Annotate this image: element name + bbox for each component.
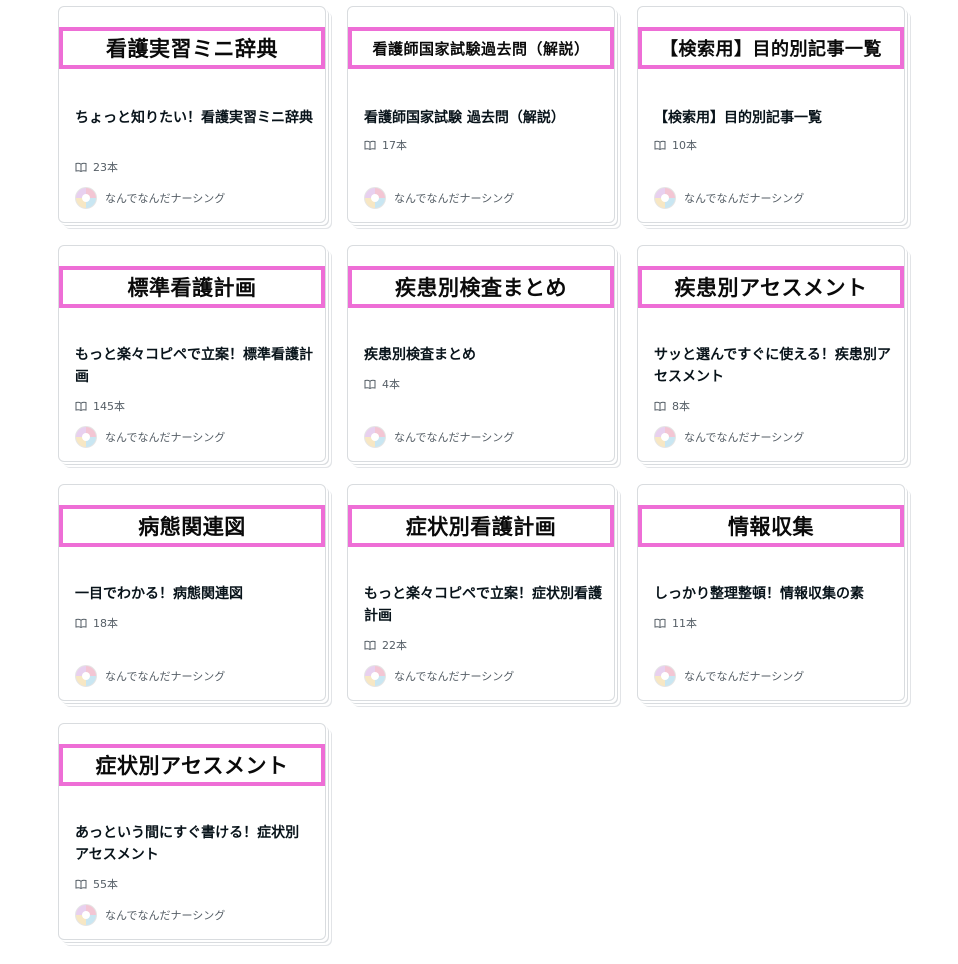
author[interactable]: なんでなんだナーシング [654, 665, 804, 687]
book-icon [75, 401, 87, 411]
magazine-card[interactable]: 症状別アセスメント あっという間にすぐ書ける！症状別アセスメント 55本 なんで… [58, 723, 326, 940]
card-title[interactable]: サッと選んですぐに使える！疾患別アセスメント [654, 344, 892, 388]
avatar [364, 187, 386, 209]
article-count-text: 23本 [93, 161, 118, 174]
article-count: 11本 [654, 615, 697, 631]
article-count-text: 17本 [382, 139, 407, 152]
article-count: 17本 [364, 137, 407, 153]
article-count-text: 22本 [382, 639, 407, 652]
card-banner: 疾患別検査まとめ [348, 266, 614, 308]
author-name: なんでなんだナーシング [394, 192, 515, 205]
author-name: なんでなんだナーシング [394, 431, 515, 444]
book-icon [75, 162, 87, 172]
author-name: なんでなんだナーシング [105, 909, 226, 922]
article-count-text: 8本 [672, 400, 690, 413]
book-icon [364, 640, 376, 650]
avatar [75, 904, 97, 926]
author[interactable]: なんでなんだナーシング [654, 187, 804, 209]
author[interactable]: なんでなんだナーシング [364, 187, 514, 209]
article-count-text: 4本 [382, 378, 400, 391]
avatar [654, 665, 676, 687]
magazine-card[interactable]: 病態関連図 一目でわかる！病態関連図 18本 なんでなんだナーシング [58, 484, 326, 701]
article-count: 8本 [654, 398, 690, 414]
author-name: なんでなんだナーシング [684, 431, 805, 444]
article-count: 10本 [654, 137, 697, 153]
magazine-card[interactable]: 症状別看護計画 もっと楽々コピペで立案！症状別看護計画 22本 なんでなんだナー… [347, 484, 615, 701]
card-title[interactable]: 一目でわかる！病態関連図 [75, 583, 313, 605]
author[interactable]: なんでなんだナーシング [364, 426, 514, 448]
author[interactable]: なんでなんだナーシング [364, 665, 514, 687]
card-title[interactable]: もっと楽々コピペで立案！標準看護計画 [75, 344, 313, 388]
card-banner: 標準看護計画 [59, 266, 325, 308]
book-icon [654, 618, 666, 628]
avatar [364, 665, 386, 687]
magazine-card[interactable]: 疾患別検査まとめ 疾患別検査まとめ 4本 なんでなんだナーシング [347, 245, 615, 462]
card-title[interactable]: 【検索用】目的別記事一覧 [654, 107, 892, 129]
author[interactable]: なんでなんだナーシング [75, 426, 225, 448]
card-title[interactable]: 看護師国家試験 過去問（解説） [364, 107, 602, 129]
card-banner: 症状別アセスメント [59, 744, 325, 786]
avatar [75, 665, 97, 687]
card-title[interactable]: あっという間にすぐ書ける！症状別アセスメント [75, 822, 313, 866]
magazine-card[interactable]: 【検索用】目的別記事一覧 【検索用】目的別記事一覧 10本 なんでなんだナーシン… [637, 6, 905, 223]
magazine-card[interactable]: 看護実習ミニ辞典 ちょっと知りたい！看護実習ミニ辞典 23本 なんでなんだナーシ… [58, 6, 326, 223]
author-name: なんでなんだナーシング [394, 670, 515, 683]
book-icon [364, 140, 376, 150]
card-title[interactable]: 疾患別検査まとめ [364, 344, 602, 366]
avatar [654, 426, 676, 448]
card-banner: 病態関連図 [59, 505, 325, 547]
article-count: 145本 [75, 398, 125, 414]
author[interactable]: なんでなんだナーシング [75, 665, 225, 687]
avatar [75, 187, 97, 209]
author-name: なんでなんだナーシング [105, 670, 226, 683]
card-title[interactable]: しっかり整理整頓！情報収集の素 [654, 583, 892, 605]
article-count-text: 18本 [93, 617, 118, 630]
article-count: 55本 [75, 876, 118, 892]
article-count: 22本 [364, 637, 407, 653]
article-count-text: 10本 [672, 139, 697, 152]
magazine-card[interactable]: 疾患別アセスメント サッと選んですぐに使える！疾患別アセスメント 8本 なんでな… [637, 245, 905, 462]
avatar [654, 187, 676, 209]
book-icon [654, 401, 666, 411]
author-name: なんでなんだナーシング [684, 192, 805, 205]
article-count: 4本 [364, 376, 400, 392]
card-title[interactable]: もっと楽々コピペで立案！症状別看護計画 [364, 583, 602, 627]
avatar [364, 426, 386, 448]
author[interactable]: なんでなんだナーシング [654, 426, 804, 448]
magazine-card[interactable]: 情報収集 しっかり整理整頓！情報収集の素 11本 なんでなんだナーシング [637, 484, 905, 701]
card-banner: 看護実習ミニ辞典 [59, 27, 325, 69]
avatar [75, 426, 97, 448]
article-count: 23本 [75, 159, 118, 175]
card-banner: 疾患別アセスメント [638, 266, 904, 308]
article-count: 18本 [75, 615, 118, 631]
author-name: なんでなんだナーシング [105, 192, 226, 205]
author[interactable]: なんでなんだナーシング [75, 187, 225, 209]
card-banner: 【検索用】目的別記事一覧 [638, 27, 904, 69]
magazine-card[interactable]: 看護師国家試験過去問（解説） 看護師国家試験 過去問（解説） 17本 なんでなん… [347, 6, 615, 223]
author-name: なんでなんだナーシング [105, 431, 226, 444]
article-count-text: 11本 [672, 617, 697, 630]
card-banner: 情報収集 [638, 505, 904, 547]
card-title[interactable]: ちょっと知りたい！看護実習ミニ辞典 [75, 107, 313, 129]
book-icon [75, 618, 87, 628]
magazine-card[interactable]: 標準看護計画 もっと楽々コピペで立案！標準看護計画 145本 なんでなんだナーシ… [58, 245, 326, 462]
card-banner: 看護師国家試験過去問（解説） [348, 27, 614, 69]
author[interactable]: なんでなんだナーシング [75, 904, 225, 926]
author-name: なんでなんだナーシング [684, 670, 805, 683]
book-icon [654, 140, 666, 150]
book-icon [364, 379, 376, 389]
book-icon [75, 879, 87, 889]
card-banner: 症状別看護計画 [348, 505, 614, 547]
article-count-text: 145本 [93, 400, 125, 413]
magazine-grid: 看護実習ミニ辞典 ちょっと知りたい！看護実習ミニ辞典 23本 なんでなんだナーシ… [0, 0, 958, 964]
article-count-text: 55本 [93, 878, 118, 891]
